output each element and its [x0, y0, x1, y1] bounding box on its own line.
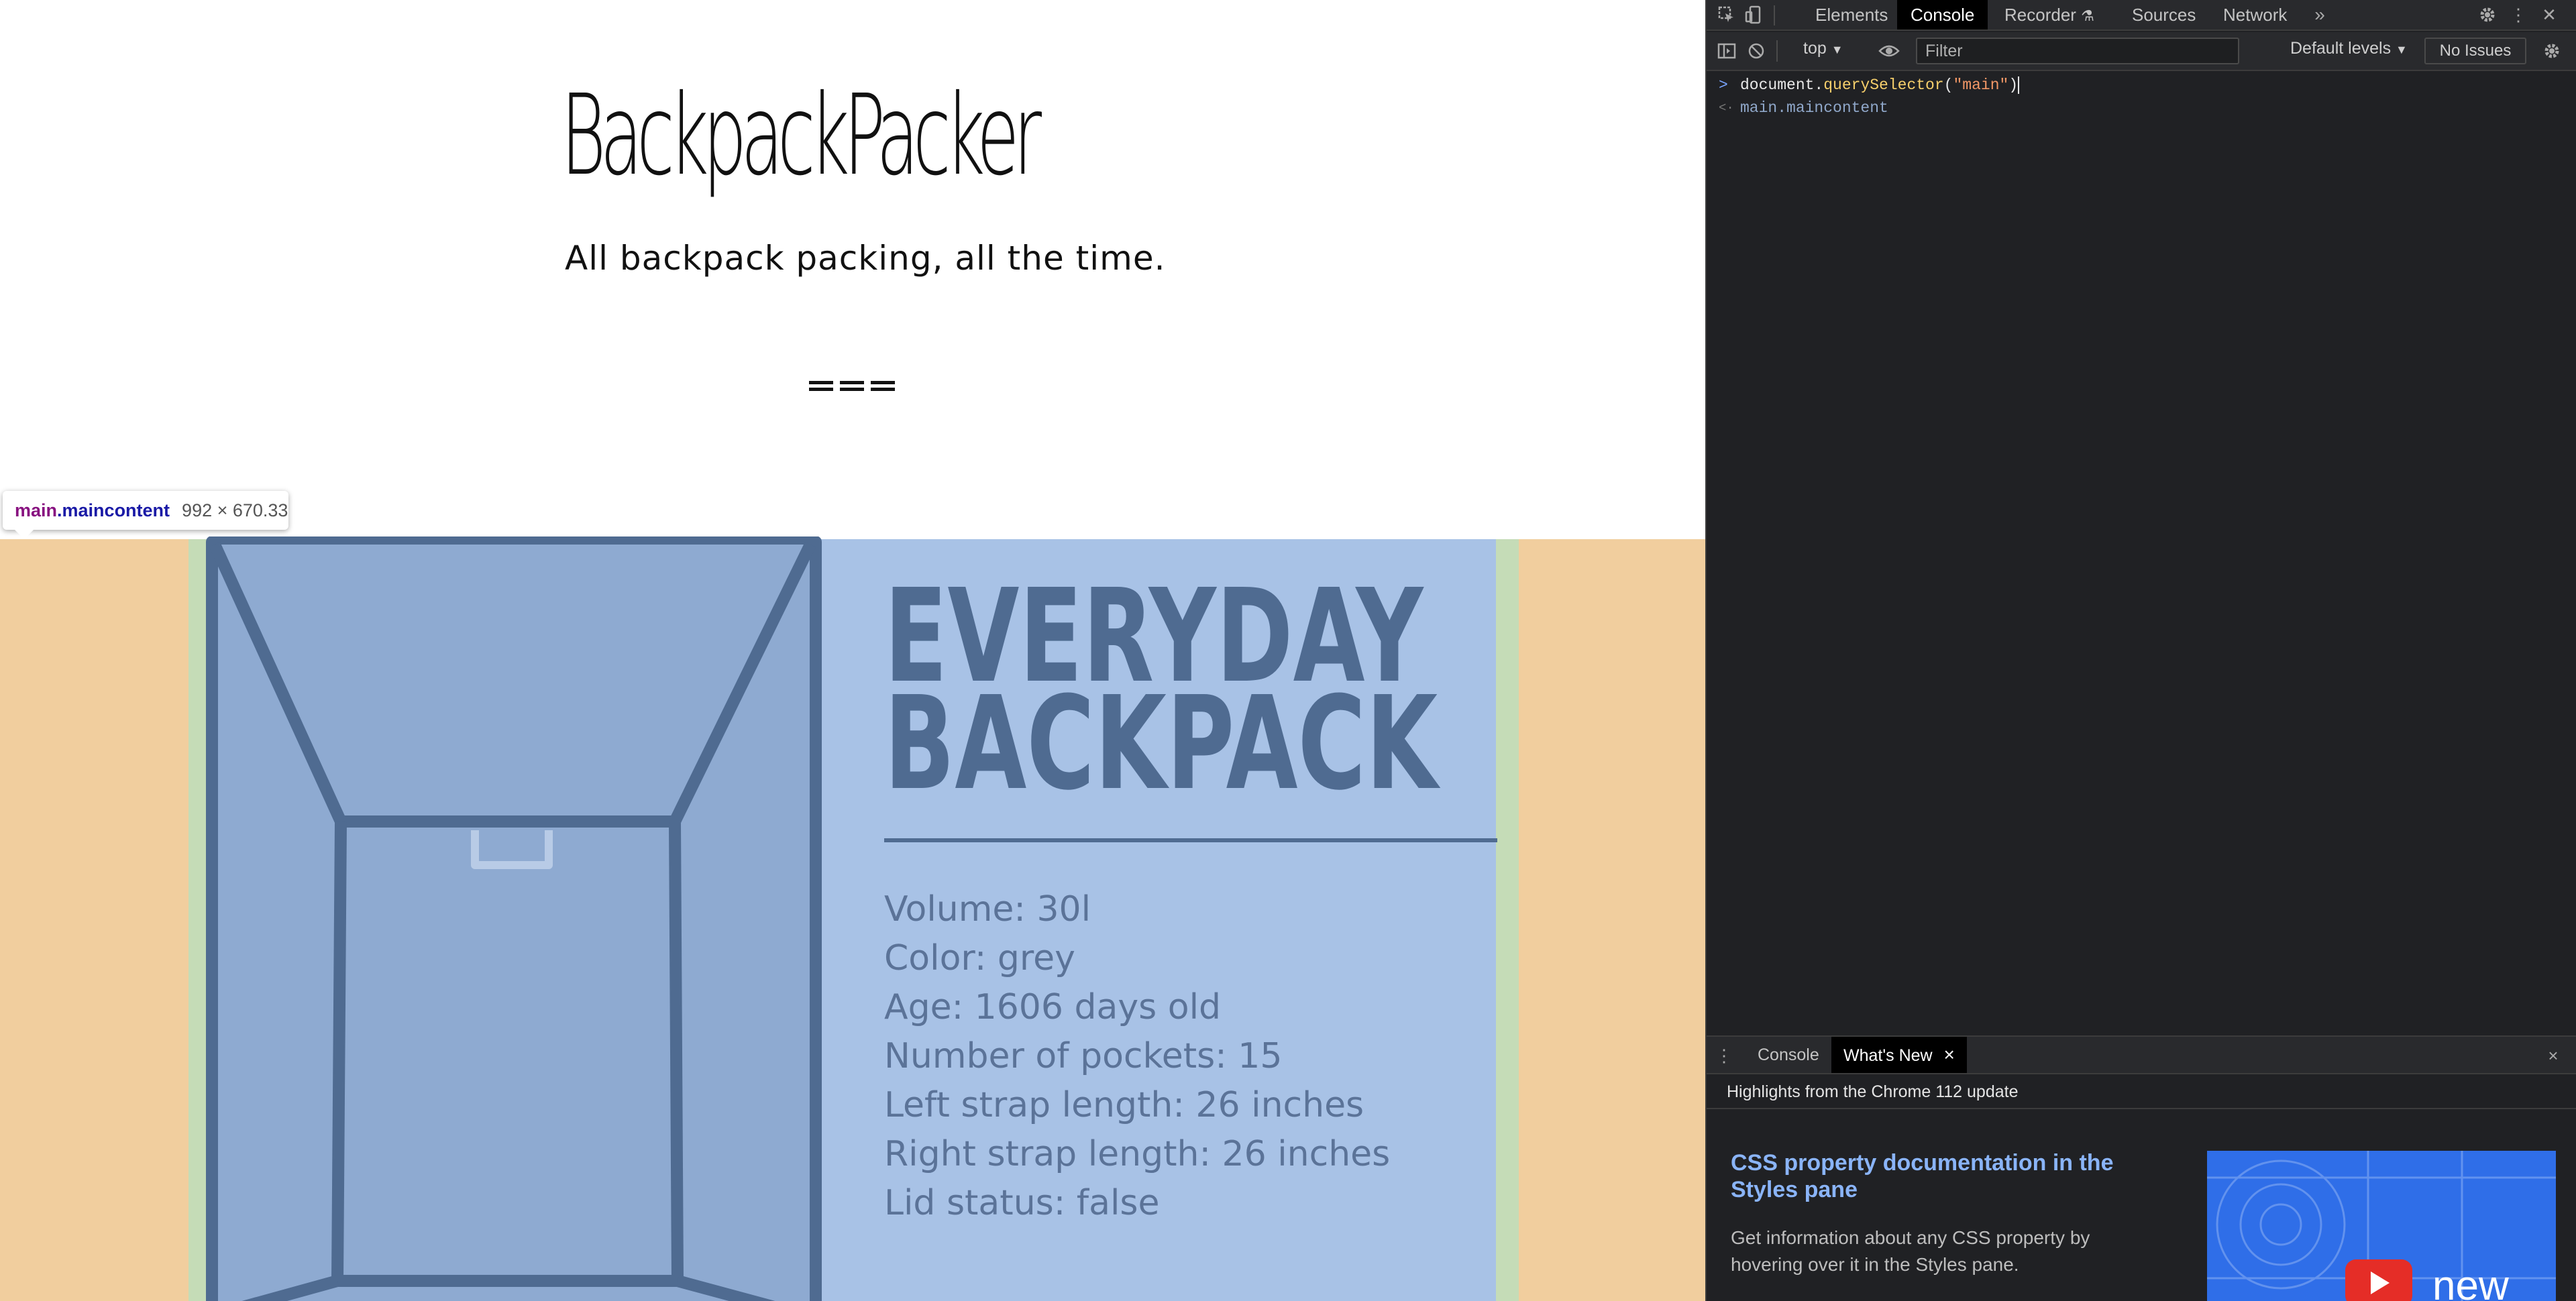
console-input-line[interactable]: > document.querySelector("main")	[1707, 74, 2576, 97]
text-caret	[2018, 76, 2020, 94]
console-filter-input[interactable]: Filter	[1916, 38, 2239, 64]
devtools-drawer: ⋮ Console What's New × × Highlights from…	[1707, 1035, 2576, 1301]
code-identifier: document	[1740, 76, 1815, 94]
kebab-menu-icon[interactable]: ⋮	[2508, 4, 2529, 25]
backpack-illustration	[206, 536, 822, 1301]
input-prompt-icon: >	[1719, 76, 1728, 94]
console-output[interactable]: > document.querySelector("main") <· main…	[1707, 72, 2576, 1035]
tooltip-arrow	[13, 528, 35, 539]
spec-pockets: Number of pockets: 15	[884, 1036, 1283, 1076]
spec-lid-status: Lid status: false	[884, 1183, 1160, 1223]
spec-left-strap: Left strap length: 26 inches	[884, 1085, 1364, 1125]
eye-icon[interactable]	[1878, 40, 1900, 62]
spec-volume: Volume: 30l	[884, 889, 1091, 929]
card-title: EVERYDAY BACKPACK	[884, 562, 1438, 819]
tab-elements[interactable]: Elements	[1815, 0, 1888, 30]
code-paren-open: (	[1943, 76, 1953, 94]
spec-color: Color: grey	[884, 938, 1075, 978]
spec-age: Age: 1606 days old	[884, 987, 1222, 1027]
card-divider	[884, 838, 1497, 842]
console-result-value[interactable]: main.maincontent	[1740, 97, 1888, 119]
hamburger-menu-icon[interactable]	[809, 377, 895, 404]
clear-console-icon[interactable]	[1746, 40, 1767, 62]
console-toolbar: top ▼ Filter Default levels ▼ No Issues	[1707, 32, 2576, 71]
inspector-tooltip: main .maincontent 992 × 670.33	[3, 491, 288, 530]
drawer-menu-icon[interactable]: ⋮	[1713, 1045, 1735, 1066]
close-devtools-icon[interactable]: ✕	[2538, 4, 2560, 25]
drawer-tab-whats-new-label: What's New	[1843, 1046, 1933, 1065]
whats-new-card-title[interactable]: CSS property documentation in the Styles…	[1731, 1149, 2147, 1203]
tab-recorder-label: Recorder	[2004, 5, 2076, 25]
tabbar-separator	[1774, 5, 1775, 25]
whats-new-card-description: Get information about any CSS property b…	[1731, 1227, 2090, 1275]
console-input-code: document.querySelector("main")	[1740, 74, 2020, 97]
site-title: BackpackPacker	[561, 71, 1042, 201]
sidebar-toggle-icon[interactable]	[1716, 40, 1737, 62]
drawer-tab-whats-new[interactable]: What's New ×	[1831, 1037, 1967, 1073]
close-drawer-icon[interactable]: ×	[2542, 1045, 2564, 1066]
thumbnail-text: new	[2432, 1263, 2509, 1301]
tooltip-tag: main	[15, 500, 58, 520]
tooltip-class: .maincontent	[57, 500, 170, 520]
inspect-element-icon[interactable]	[1716, 4, 1737, 25]
dropdown-arrow-icon: ▼	[2396, 43, 2408, 56]
log-levels-dropdown[interactable]: Default levels ▼	[2290, 39, 2408, 58]
youtube-play-icon[interactable]	[2345, 1259, 2412, 1301]
page-viewport: BackpackPacker All backpack packing, all…	[0, 0, 1705, 1301]
console-result-line[interactable]: <· main.maincontent	[1707, 97, 2576, 119]
whats-new-video-thumbnail[interactable]: new	[2207, 1151, 2556, 1301]
code-string: "main"	[1953, 76, 2009, 94]
tab-console[interactable]: Console	[1897, 0, 1988, 30]
tab-recorder[interactable]: Recorder ⚗	[2004, 0, 2094, 30]
spec-list: Volume: 30l Color: grey Age: 1606 days o…	[884, 885, 1390, 1228]
tooltip-dimensions: 992 × 670.33	[182, 500, 288, 520]
devtools-tabbar: Elements Console Recorder ⚗ Sources Netw…	[1707, 0, 2576, 31]
console-settings-gear-icon[interactable]	[2541, 40, 2563, 62]
close-tab-icon[interactable]: ×	[1944, 1044, 1955, 1065]
gear-icon[interactable]	[2477, 4, 2498, 25]
site-tagline: All backpack packing, all the time.	[565, 239, 1166, 278]
code-dot: .	[1814, 76, 1824, 94]
tab-sources[interactable]: Sources	[2132, 0, 2196, 30]
result-prompt-icon: <·	[1719, 101, 1734, 115]
dropdown-arrow-icon: ▼	[1831, 43, 1843, 56]
spec-right-strap: Right strap length: 26 inches	[884, 1134, 1391, 1174]
devtools-panel: Elements Console Recorder ⚗ Sources Netw…	[1705, 0, 2576, 1301]
drawer-tabbar: ⋮ Console What's New × ×	[1707, 1037, 2576, 1074]
issues-button[interactable]: No Issues	[2424, 38, 2526, 64]
drawer-tab-console[interactable]: Console	[1758, 1037, 1819, 1073]
toolbar-separator	[1776, 40, 1778, 62]
code-function: querySelector	[1823, 76, 1944, 94]
device-toolbar-icon[interactable]	[1743, 4, 1764, 25]
whats-new-header: Highlights from the Chrome 112 update	[1707, 1074, 2576, 1109]
flask-icon: ⚗	[2081, 7, 2094, 24]
code-paren-close: )	[2008, 76, 2019, 94]
context-selector[interactable]: top ▼	[1803, 39, 1843, 58]
log-levels-label: Default levels	[2290, 39, 2392, 58]
context-value: top	[1803, 39, 1827, 58]
chevron-double-right-icon[interactable]: »	[2309, 4, 2330, 25]
tab-network[interactable]: Network	[2223, 0, 2287, 30]
